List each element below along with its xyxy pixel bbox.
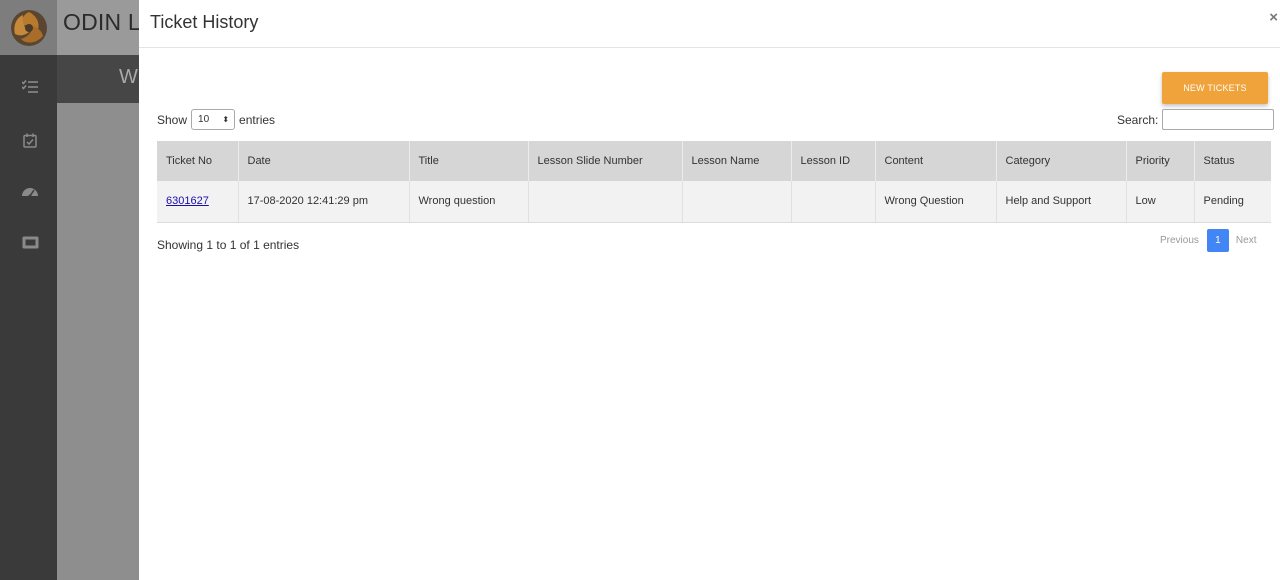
ticket-history-modal: Ticket History × NEW TICKETS Show 10 ⬍ e… xyxy=(139,0,1280,580)
cell-content: Wrong Question xyxy=(875,181,997,223)
search-label: Search: xyxy=(1117,112,1159,127)
pagination: Previous 1 Next xyxy=(1160,229,1256,252)
cell-lesson-id xyxy=(791,181,876,223)
cell-ticket-no: 6301627 xyxy=(157,181,239,223)
search-control: Search: xyxy=(1117,109,1275,130)
column-header-lesson-slide-number[interactable]: Lesson Slide Number xyxy=(528,141,683,181)
modal-title: Ticket History xyxy=(150,12,259,32)
entries-select-value: 10 xyxy=(198,114,210,125)
app-subtitle: W xyxy=(119,66,138,88)
page-1-button[interactable]: 1 xyxy=(1206,229,1229,252)
previous-page-button[interactable]: Previous xyxy=(1160,235,1199,246)
cell-status: Pending xyxy=(1194,181,1271,223)
checklist-icon[interactable] xyxy=(21,78,39,96)
table-info: Showing 1 to 1 of 1 entries xyxy=(157,238,300,252)
show-label: Show xyxy=(157,112,188,127)
entries-length-control: Show 10 ⬍ entries xyxy=(157,109,275,130)
column-header-lesson-id[interactable]: Lesson ID xyxy=(791,141,876,181)
new-tickets-button[interactable]: NEW TICKETS xyxy=(1162,72,1268,104)
next-page-button[interactable]: Next xyxy=(1236,235,1257,246)
cell-category: Help and Support xyxy=(996,181,1127,223)
column-header-title[interactable]: Title xyxy=(409,141,529,181)
cell-title: Wrong question xyxy=(409,181,529,223)
column-header-content[interactable]: Content xyxy=(875,141,997,181)
cell-lesson-name xyxy=(682,181,792,223)
logo-icon[interactable] xyxy=(0,0,57,55)
entries-select[interactable]: 10 ⬍ xyxy=(191,109,236,130)
table-row: 6301627 17-08-2020 12:41:29 pm Wrong que… xyxy=(157,181,1271,223)
column-header-priority[interactable]: Priority xyxy=(1126,141,1195,181)
column-header-category[interactable]: Category xyxy=(996,141,1127,181)
calendar-check-icon[interactable] xyxy=(21,131,39,149)
app-sidebar xyxy=(0,55,57,580)
dashboard-gauge-icon[interactable] xyxy=(21,182,39,200)
close-icon[interactable]: × xyxy=(1269,9,1278,26)
table-header-row: Ticket No Date Title Lesson Slide Number… xyxy=(157,141,1271,181)
column-header-ticket-no[interactable]: Ticket No xyxy=(157,141,239,181)
ticket-link[interactable]: 6301627 xyxy=(166,195,209,207)
modal-header: Ticket History xyxy=(139,0,1280,48)
column-header-status[interactable]: Status xyxy=(1194,141,1271,181)
entries-label: entries xyxy=(239,112,276,127)
column-header-lesson-name[interactable]: Lesson Name xyxy=(682,141,792,181)
cell-priority: Low xyxy=(1126,181,1195,223)
search-input[interactable] xyxy=(1162,109,1275,130)
cell-date: 17-08-2020 12:41:29 pm xyxy=(238,181,410,223)
ticket-icon[interactable] xyxy=(21,233,39,251)
tickets-table: Ticket No Date Title Lesson Slide Number… xyxy=(157,141,1271,223)
column-header-date[interactable]: Date xyxy=(238,141,410,181)
cell-lesson-slide-number xyxy=(528,181,683,223)
select-arrows-icon: ⬍ xyxy=(222,115,230,124)
